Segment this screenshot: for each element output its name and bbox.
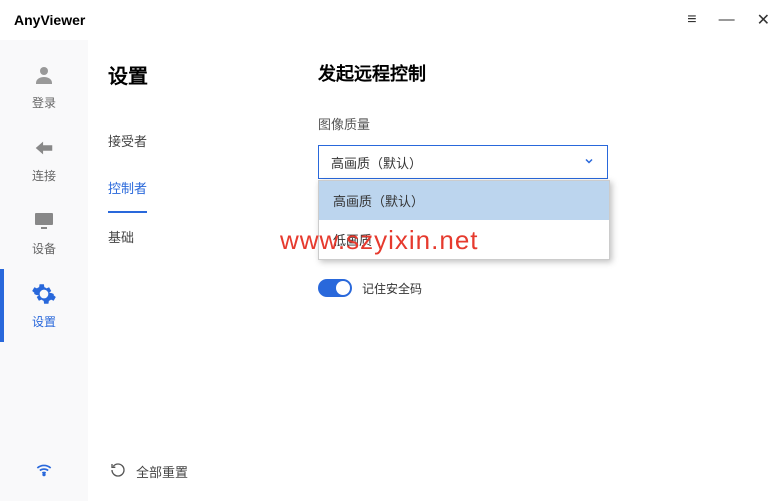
sub-item-controller[interactable]: 控制者 — [108, 164, 147, 213]
sub-item-basic[interactable]: 基础 — [108, 213, 228, 260]
quality-dropdown: 高画质（默认） 低画质 — [318, 180, 610, 260]
sidebar-item-device[interactable]: 设备 — [0, 196, 88, 269]
toggle-label: 记住安全码 — [362, 280, 422, 297]
sidebar: 登录 连接 设备 设置 — [0, 40, 88, 501]
page-title: 设置 — [108, 60, 228, 89]
sub-item-receiver[interactable]: 接受者 — [108, 117, 228, 164]
app-title: AnyViewer — [14, 12, 85, 28]
wifi-icon[interactable] — [34, 458, 54, 483]
close-icon[interactable]: ✕ — [757, 10, 770, 30]
arrow-icon — [31, 135, 57, 161]
sub-sidebar: 设置 接受者 控制者 基础 — [88, 40, 228, 501]
toggle-row: 记住安全码 — [318, 279, 744, 297]
reset-button[interactable]: 全部重置 — [110, 462, 188, 481]
sidebar-item-settings[interactable]: 设置 — [0, 269, 88, 342]
quality-select[interactable]: 高画质（默认） 高画质（默认） 低画质 — [318, 145, 608, 179]
titlebar: AnyViewer ≡ — ✕ — [0, 0, 784, 40]
dropdown-option-high[interactable]: 高画质（默认） — [319, 181, 609, 220]
sidebar-item-login[interactable]: 登录 — [0, 50, 88, 123]
content-title: 发起远程控制 — [318, 60, 744, 86]
chevron-down-icon — [583, 155, 595, 170]
window-controls: ≡ — ✕ — [687, 10, 770, 30]
gear-icon — [31, 281, 57, 307]
sidebar-item-connect[interactable]: 连接 — [0, 123, 88, 196]
sidebar-item-label: 登录 — [32, 94, 56, 111]
minimize-icon[interactable]: — — [719, 11, 735, 29]
dropdown-option-low[interactable]: 低画质 — [319, 220, 609, 259]
content-area: 发起远程控制 图像质量 高画质（默认） 高画质（默认） 低画质 记住安全码 — [228, 40, 784, 501]
sidebar-item-label: 连接 — [32, 167, 56, 184]
sidebar-item-label: 设备 — [32, 240, 56, 257]
reset-icon — [110, 462, 126, 481]
quality-label: 图像质量 — [318, 114, 744, 133]
monitor-icon — [31, 208, 57, 234]
user-icon — [31, 62, 57, 88]
quality-selected-value: 高画质（默认） — [331, 153, 422, 172]
menu-icon[interactable]: ≡ — [687, 11, 696, 29]
main-container: 登录 连接 设备 设置 设置 接受者 控制者 基础 — [0, 40, 784, 501]
reset-label: 全部重置 — [136, 462, 188, 481]
sidebar-item-label: 设置 — [32, 313, 56, 330]
remember-code-toggle[interactable] — [318, 279, 352, 297]
